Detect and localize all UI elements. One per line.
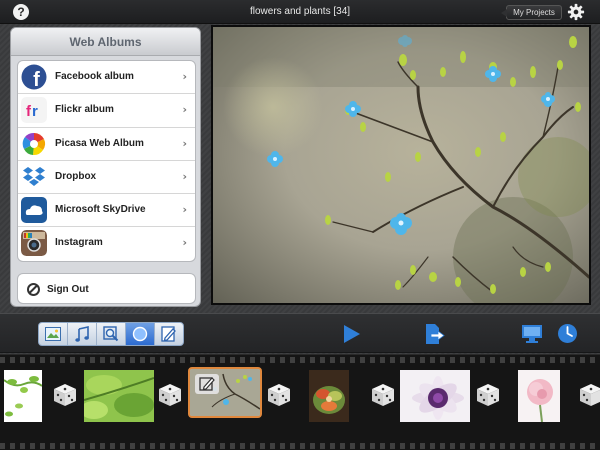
help-button[interactable]: ? — [13, 4, 29, 20]
skydrive-icon — [21, 197, 47, 224]
album-item-picasa[interactable]: Picasa Web Album › — [18, 128, 195, 161]
album-label: Picasa Web Album — [55, 137, 144, 149]
mode-segmented-control — [38, 322, 184, 346]
svg-text:r: r — [32, 103, 38, 120]
gear-icon[interactable] — [567, 3, 585, 21]
thumbnail[interactable] — [400, 370, 470, 422]
album-item-skydrive[interactable]: Microsoft SkyDrive › — [18, 194, 195, 228]
picasa-icon — [21, 130, 47, 157]
thumbnail[interactable] — [4, 370, 42, 422]
edit-icon — [199, 377, 215, 391]
chevron-right-icon: › — [182, 169, 187, 183]
dice-icon[interactable] — [370, 382, 396, 408]
filmstrip — [0, 354, 600, 450]
segment-music[interactable] — [68, 323, 97, 345]
zoom-icon — [103, 326, 119, 342]
chevron-right-icon: › — [182, 70, 187, 83]
sign-out-button[interactable]: Sign Out — [17, 273, 196, 304]
circle-icon — [132, 326, 148, 342]
edit-icon — [161, 326, 176, 342]
chevron-right-icon: › — [182, 203, 187, 217]
edit-photo-button[interactable] — [195, 374, 219, 394]
facebook-icon: f — [21, 64, 47, 90]
dropbox-icon — [21, 163, 47, 190]
album-label: Flickr album — [55, 104, 114, 116]
film-perforations — [0, 357, 600, 363]
segment-zoom[interactable] — [97, 323, 126, 345]
top-bar: ? flowers and plants [34] My Projects — [0, 0, 600, 24]
export-icon[interactable] — [425, 323, 445, 345]
my-projects-button[interactable]: My Projects — [501, 5, 562, 20]
album-label: Microsoft SkyDrive — [55, 204, 146, 216]
album-label: Facebook album — [55, 71, 134, 82]
segment-transitions[interactable] — [126, 323, 155, 345]
film-perforations — [0, 443, 600, 449]
album-item-facebook[interactable]: f Facebook album › — [18, 61, 195, 95]
thumbnail-selected[interactable] — [188, 367, 262, 418]
music-icon — [75, 326, 89, 342]
sign-out-label: Sign Out — [47, 284, 89, 295]
thumbnail[interactable] — [84, 370, 154, 422]
filmstrip-row — [0, 367, 600, 427]
chevron-right-icon: › — [182, 236, 187, 250]
project-title: flowers and plants [34] — [249, 6, 351, 17]
thumbnail[interactable] — [518, 370, 560, 422]
album-item-flickr[interactable]: f r Flickr album › — [18, 94, 195, 128]
web-albums-header: Web Albums — [11, 28, 200, 56]
instagram-icon — [21, 230, 47, 257]
dice-icon[interactable] — [266, 382, 292, 408]
segment-edit[interactable] — [155, 323, 183, 345]
photo-icon — [45, 327, 61, 341]
svg-text:f: f — [33, 69, 40, 90]
flickr-icon: f r — [21, 97, 47, 124]
chevron-right-icon: › — [182, 136, 187, 150]
album-label: Dropbox — [55, 170, 97, 182]
dice-icon[interactable] — [475, 382, 501, 408]
flower-branch-photo — [213, 27, 589, 303]
thumbnail[interactable] — [309, 370, 349, 422]
main-photo[interactable] — [211, 25, 591, 305]
albums-list: f Facebook album › f r Flickr album › Pi… — [17, 60, 196, 262]
album-label: Instagram — [55, 237, 103, 249]
chevron-right-icon: › — [182, 103, 187, 117]
dice-icon[interactable] — [52, 382, 78, 408]
dice-icon[interactable] — [157, 382, 183, 408]
album-item-dropbox[interactable]: Dropbox › — [18, 161, 195, 195]
segment-photos[interactable] — [39, 323, 68, 345]
album-item-instagram[interactable]: Instagram › — [18, 227, 195, 260]
display-icon[interactable] — [521, 324, 543, 344]
clock-icon[interactable] — [557, 323, 578, 344]
bottom-toolbar — [0, 313, 600, 353]
play-icon[interactable] — [343, 324, 361, 344]
dice-icon[interactable] — [578, 382, 600, 408]
sign-out-icon — [27, 283, 40, 296]
web-albums-panel: Web Albums f Facebook album › f r Flickr… — [10, 27, 201, 307]
